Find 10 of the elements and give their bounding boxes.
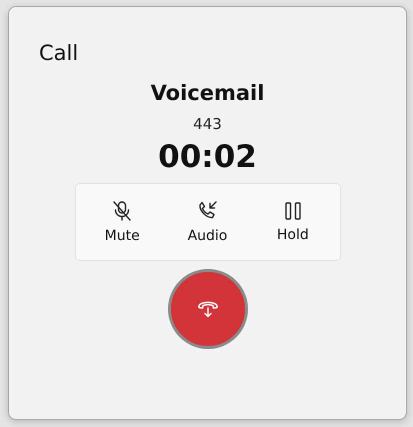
mute-button[interactable]: Mute [81, 190, 164, 254]
muted-microphone-icon [112, 200, 132, 222]
hang-up-icon [196, 299, 220, 319]
dialog-title: Call [39, 41, 78, 65]
contact-name: Voicemail [150, 81, 264, 105]
hold-button[interactable]: Hold [252, 190, 334, 254]
phone-number: 443 [193, 115, 222, 133]
pause-icon [282, 201, 303, 221]
call-timer: 00:02 [158, 139, 257, 175]
audio-button[interactable]: Audio [166, 190, 248, 254]
